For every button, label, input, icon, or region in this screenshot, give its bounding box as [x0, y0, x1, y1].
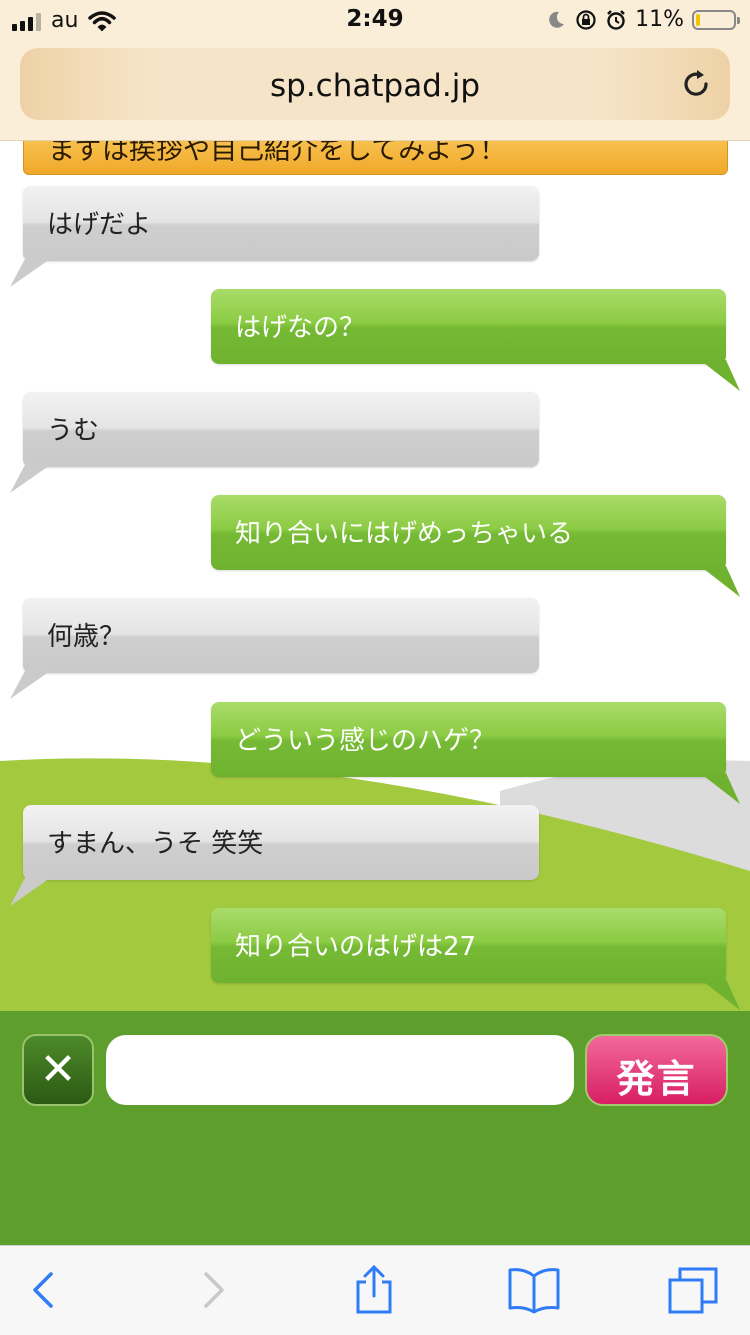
notice-text: まずは挨拶や自己紹介をしてみよう！	[48, 141, 507, 166]
battery-percent: 11%	[635, 7, 684, 32]
message-bubble-left: うむ	[23, 392, 539, 467]
send-button[interactable]: 発言	[585, 1034, 728, 1106]
bubble-tail-left	[10, 257, 53, 287]
notice-banner: まずは挨拶や自己紹介をしてみよう！	[23, 141, 728, 175]
bubble-tail-right	[700, 566, 740, 597]
status-right: 11%	[545, 7, 740, 32]
bubble-tail-right	[700, 979, 740, 1010]
alarm-icon	[607, 9, 625, 30]
bubble-tail-left	[10, 463, 53, 493]
message-text: はげだよ	[47, 210, 152, 240]
message-bubble-right: はげなの？	[211, 289, 726, 364]
send-button-label: 発言	[616, 1057, 697, 1101]
orientation-lock-icon	[576, 9, 596, 30]
bubble-tail-right	[700, 360, 740, 391]
message-bubble-right: 知り合いのはげは27	[211, 908, 726, 983]
clear-button[interactable]: ✕	[22, 1034, 94, 1106]
reload-icon[interactable]	[678, 66, 714, 102]
message-input[interactable]	[106, 1035, 574, 1105]
message-bubble-left: 何歳？	[23, 598, 539, 673]
message-bubble-left: はげだよ	[23, 186, 539, 261]
message-input-bar: ✕ 発言	[0, 1011, 750, 1245]
status-bar: au 2:49 11%	[0, 0, 750, 40]
message-bubble-right: 知り合いにはげめっちゃいる	[211, 495, 726, 570]
bubble-tail-left	[10, 669, 53, 699]
forward-icon[interactable]	[184, 1264, 240, 1316]
message-text: はげなの？	[235, 313, 366, 343]
message-text: 知り合いのはげは27	[235, 932, 477, 962]
battery-icon	[692, 9, 740, 30]
message-text: うむ	[47, 416, 100, 446]
message-text: すまん、うそ 笑笑	[47, 829, 264, 859]
message-bubble-right: どういう感じのハゲ？	[211, 702, 726, 777]
back-icon[interactable]	[18, 1264, 74, 1316]
bookmarks-icon[interactable]	[506, 1264, 562, 1316]
background-hills	[0, 758, 750, 1011]
moon-icon	[549, 11, 565, 28]
close-icon: ✕	[39, 1044, 77, 1095]
browser-toolbar	[0, 1245, 750, 1335]
url-text[interactable]: sp.chatpad.jp	[20, 68, 730, 104]
address-bar[interactable]: sp.chatpad.jp	[20, 48, 730, 120]
message-bubble-left: すまん、うそ 笑笑	[23, 805, 539, 880]
tabs-icon[interactable]	[666, 1264, 722, 1316]
chat-area[interactable]: まずは挨拶や自己紹介をしてみよう！ はげだよ はげなの？ うむ 知り合いにはげめ…	[0, 141, 750, 1011]
message-text: 知り合いにはげめっちゃいる	[235, 519, 574, 549]
address-bar-container: sp.chatpad.jp	[0, 40, 750, 141]
bubble-tail-left	[10, 876, 53, 906]
message-text: どういう感じのハゲ？	[235, 726, 496, 756]
message-text: 何歳？	[47, 622, 126, 652]
share-icon[interactable]	[346, 1264, 402, 1316]
bubble-tail-right	[700, 773, 740, 804]
